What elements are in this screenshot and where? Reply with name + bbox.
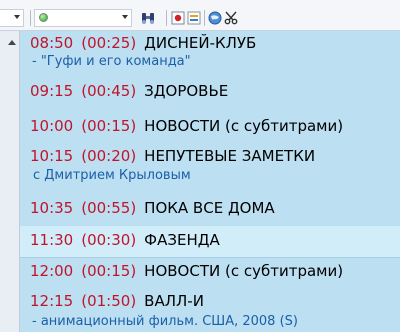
program-title: ФАЗЕНДА [144,231,220,249]
program-time: 08:50 [30,34,74,52]
program-line: 09:15 (00:45) ЗДОРОВЬЕ [30,81,228,101]
program-line: 10:35 (00:55) ПОКА ВСЕ ДОМА [30,198,275,218]
type-dropdown[interactable] [0,9,24,27]
chevron-down-icon [122,15,128,19]
scissors-icon[interactable] [224,11,238,25]
left-panel [0,31,20,332]
program-subtitle: - анимационный фильм. США, 2008 (S) [32,314,298,329]
program-line: 12:15 (01:50) ВАЛЛ-И [30,291,204,311]
program-duration: (00:55) [81,199,137,217]
chevron-down-icon [14,15,20,19]
program-subtitle: с Дмитрием Крыловым [33,168,191,183]
program-duration: (00:30) [81,231,137,249]
program-title: НЕПУТЕВЫЕ ЗАМЕТКИ [144,147,316,165]
program-time: 12:15 [30,292,74,310]
toolbar [0,0,400,31]
program-duration: (00:25) [81,34,137,52]
tv-program-list[interactable]: 08:50 (00:25) ДИСНЕЙ-КЛУБ - "Гуфи и его ко… [20,31,400,332]
program-line: 10:00 (00:15) НОВОСТИ (с субтитрами) [30,116,343,136]
toolbar-divider [166,10,167,26]
list-item[interactable]: 12:15 (01:50) ВАЛЛ-И - анимационный фильм.… [20,290,400,332]
list-item-selected[interactable]: 11:30 (00:30) ФАЗЕНДА [20,226,400,257]
program-line: 11:30 (00:30) ФАЗЕНДА [30,230,220,250]
program-duration: (00:45) [81,82,137,100]
program-duration: (01:50) [81,292,137,310]
program-title: ЗДОРОВЬЕ [144,82,229,100]
toolbar-divider [30,10,31,26]
list-item[interactable]: 10:00 (00:15) НОВОСТИ (с субтитрами) [20,113,400,141]
globe-icon[interactable] [208,11,222,25]
list-item[interactable]: 08:50 (00:25) ДИСНЕЙ-КЛУБ - "Гуфи и его ко… [20,31,400,71]
list-item[interactable]: 10:35 (00:55) ПОКА ВСЕ ДОМА [20,194,400,224]
program-time: 10:15 [30,147,74,165]
green-circle-icon [39,13,48,22]
program-title: НОВОСТИ (с субтитрами) [144,117,344,135]
program-time: 10:35 [30,199,74,217]
channel-dropdown[interactable] [34,9,132,27]
program-title: ДИСНЕЙ-КЛУБ [144,34,257,52]
program-title: ВАЛЛ-И [144,292,204,310]
program-time: 10:00 [30,117,74,135]
list-item[interactable]: 10:15 (00:20) НЕПУТЕВЫЕ ЗАМЕТКИ с Дмитрием… [20,144,400,190]
program-line: 12:00 (00:15) НОВОСТИ (с субтитрами) [30,261,343,281]
program-duration: (00:15) [81,262,137,280]
program-title: ПОКА ВСЕ ДОМА [144,199,275,217]
program-time: 09:15 [30,82,74,100]
program-duration: (00:20) [81,147,137,165]
record-icon[interactable] [171,11,185,25]
list-item[interactable]: 12:00 (00:15) НОВОСТИ (с субтитрами) [20,258,400,288]
program-line: 10:15 (00:20) НЕПУТЕВЫЕ ЗАМЕТКИ [30,146,315,166]
program-time: 12:00 [30,262,74,280]
list-item[interactable]: 09:15 (00:45) ЗДОРОВЬЕ [20,78,400,106]
collapse-up-icon[interactable] [8,40,16,45]
program-title: НОВОСТИ (с субтитрами) [144,262,344,280]
binoculars-icon[interactable] [141,11,155,25]
program-time: 11:30 [30,231,74,249]
toolbar-divider [204,10,205,26]
program-duration: (00:15) [81,117,137,135]
program-line: 08:50 (00:25) ДИСНЕЙ-КЛУБ [30,33,256,53]
note-icon[interactable] [187,11,201,25]
program-subtitle: - "Гуфи и его команда" [32,54,191,69]
